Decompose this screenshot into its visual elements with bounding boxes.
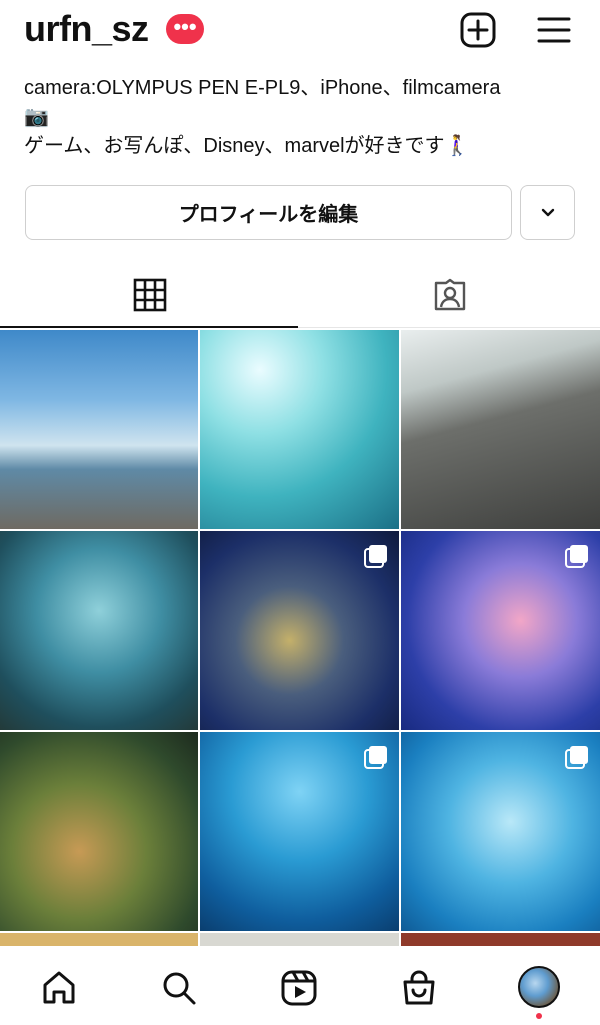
- post-thumbnail[interactable]: [0, 531, 198, 730]
- carousel-icon: [364, 746, 387, 769]
- notification-badge[interactable]: •••: [166, 14, 204, 44]
- add-button[interactable]: [458, 10, 498, 50]
- nav-home[interactable]: [37, 966, 81, 1010]
- chevron-down-icon: [541, 208, 554, 216]
- tab-tagged[interactable]: [300, 262, 600, 328]
- add-icon: [460, 12, 496, 48]
- grid-icon: [133, 278, 167, 312]
- nav-shop[interactable]: [397, 966, 441, 1010]
- tab-posts[interactable]: [0, 262, 300, 328]
- search-icon: [163, 972, 196, 1005]
- nav-reels[interactable]: [277, 966, 321, 1010]
- nav-search[interactable]: [157, 966, 201, 1010]
- edit-profile-button[interactable]: プロフィールを編集: [25, 185, 512, 240]
- bio: camera:OLYMPUS PEN E-PL9、iPhone、filmcame…: [24, 74, 584, 161]
- profile-notification-dot: [536, 1013, 542, 1019]
- post-thumbnail[interactable]: [200, 330, 399, 529]
- home-icon: [43, 971, 75, 1004]
- post-thumbnail[interactable]: [401, 732, 600, 931]
- posts-grid: [0, 330, 600, 947]
- bio-line: ゲーム、お写んぽ、Disney、marvelが好きです🚶‍♀️: [24, 135, 470, 157]
- bio-line: 📷: [24, 106, 49, 128]
- carousel-icon: [364, 545, 387, 568]
- username[interactable]: urfn_sz: [24, 8, 149, 50]
- bottom-navigation: [0, 946, 600, 1025]
- menu-button[interactable]: [534, 10, 574, 50]
- post-thumbnail[interactable]: [401, 531, 600, 730]
- post-thumbnail[interactable]: [401, 330, 600, 529]
- shopping-bag-icon: [403, 970, 435, 1005]
- profile-header: urfn_sz •••: [0, 0, 600, 64]
- menu-icon: [537, 17, 571, 43]
- nav-profile-avatar[interactable]: [518, 966, 560, 1008]
- post-thumbnail[interactable]: [200, 531, 399, 730]
- post-thumbnail[interactable]: [0, 933, 198, 947]
- active-tab-indicator: [0, 326, 298, 328]
- post-thumbnail[interactable]: [200, 732, 399, 931]
- tagged-icon: [434, 278, 466, 311]
- post-thumbnail[interactable]: [401, 933, 600, 947]
- reels-icon: [281, 970, 317, 1006]
- suggested-users-button[interactable]: [520, 185, 575, 240]
- bio-line: camera:OLYMPUS PEN E-PL9、iPhone、filmcame…: [24, 77, 501, 99]
- carousel-icon: [565, 746, 588, 769]
- post-thumbnail[interactable]: [0, 732, 198, 931]
- post-thumbnail[interactable]: [0, 330, 198, 529]
- profile-tabs: [0, 262, 600, 330]
- carousel-icon: [565, 545, 588, 568]
- post-thumbnail[interactable]: [200, 933, 399, 947]
